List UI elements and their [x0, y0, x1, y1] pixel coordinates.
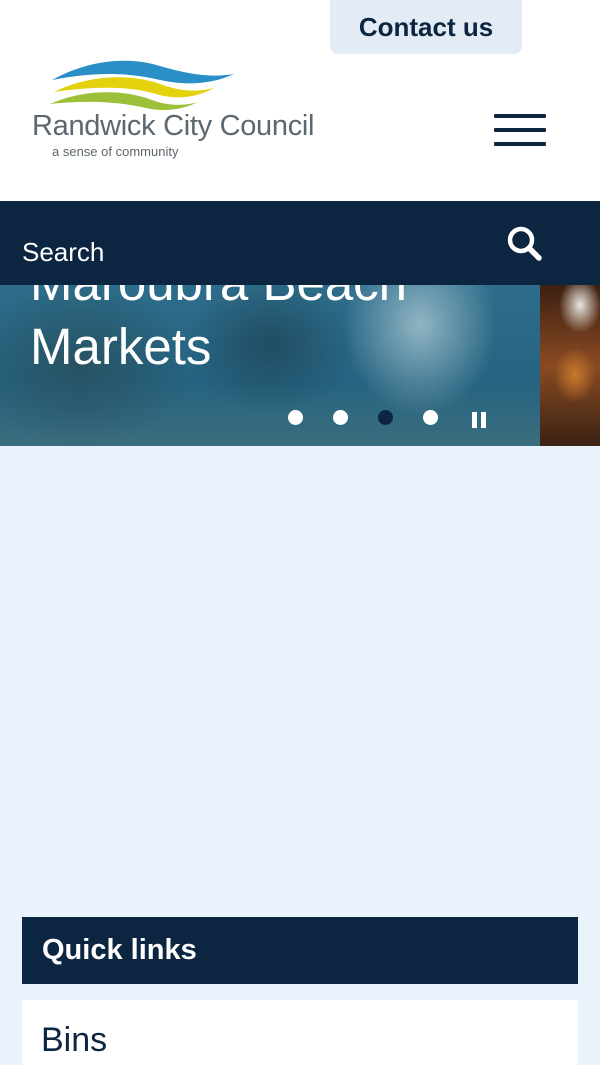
- carousel-dot-2[interactable]: [333, 410, 348, 425]
- council-logo-waves-icon: [50, 60, 234, 110]
- carousel-dot-1[interactable]: [288, 410, 303, 425]
- search-input[interactable]: [22, 229, 462, 275]
- quick-links: Quick links Bins: [22, 917, 578, 1065]
- search-icon[interactable]: [503, 224, 547, 264]
- next-slide-image: [540, 285, 600, 446]
- contact-us-button[interactable]: Contact us: [330, 0, 522, 54]
- site-header: Contact us Randwick City Council a sense…: [0, 0, 600, 201]
- quick-links-heading: Quick links: [22, 917, 578, 984]
- hero-title[interactable]: Maroubra Beach Markets: [30, 285, 510, 379]
- council-tagline: a sense of community: [52, 144, 179, 159]
- hamburger-menu-icon[interactable]: [494, 112, 546, 148]
- council-logo[interactable]: Randwick City Council a sense of communi…: [30, 52, 360, 164]
- hero-carousel: Maroubra Beach Markets: [0, 285, 600, 446]
- carousel-dot-4[interactable]: [423, 410, 438, 425]
- carousel-dot-3[interactable]: [378, 410, 393, 425]
- quick-link-bins[interactable]: Bins: [22, 1000, 578, 1065]
- pause-icon[interactable]: [470, 410, 488, 428]
- council-name: Randwick City Council: [32, 110, 315, 142]
